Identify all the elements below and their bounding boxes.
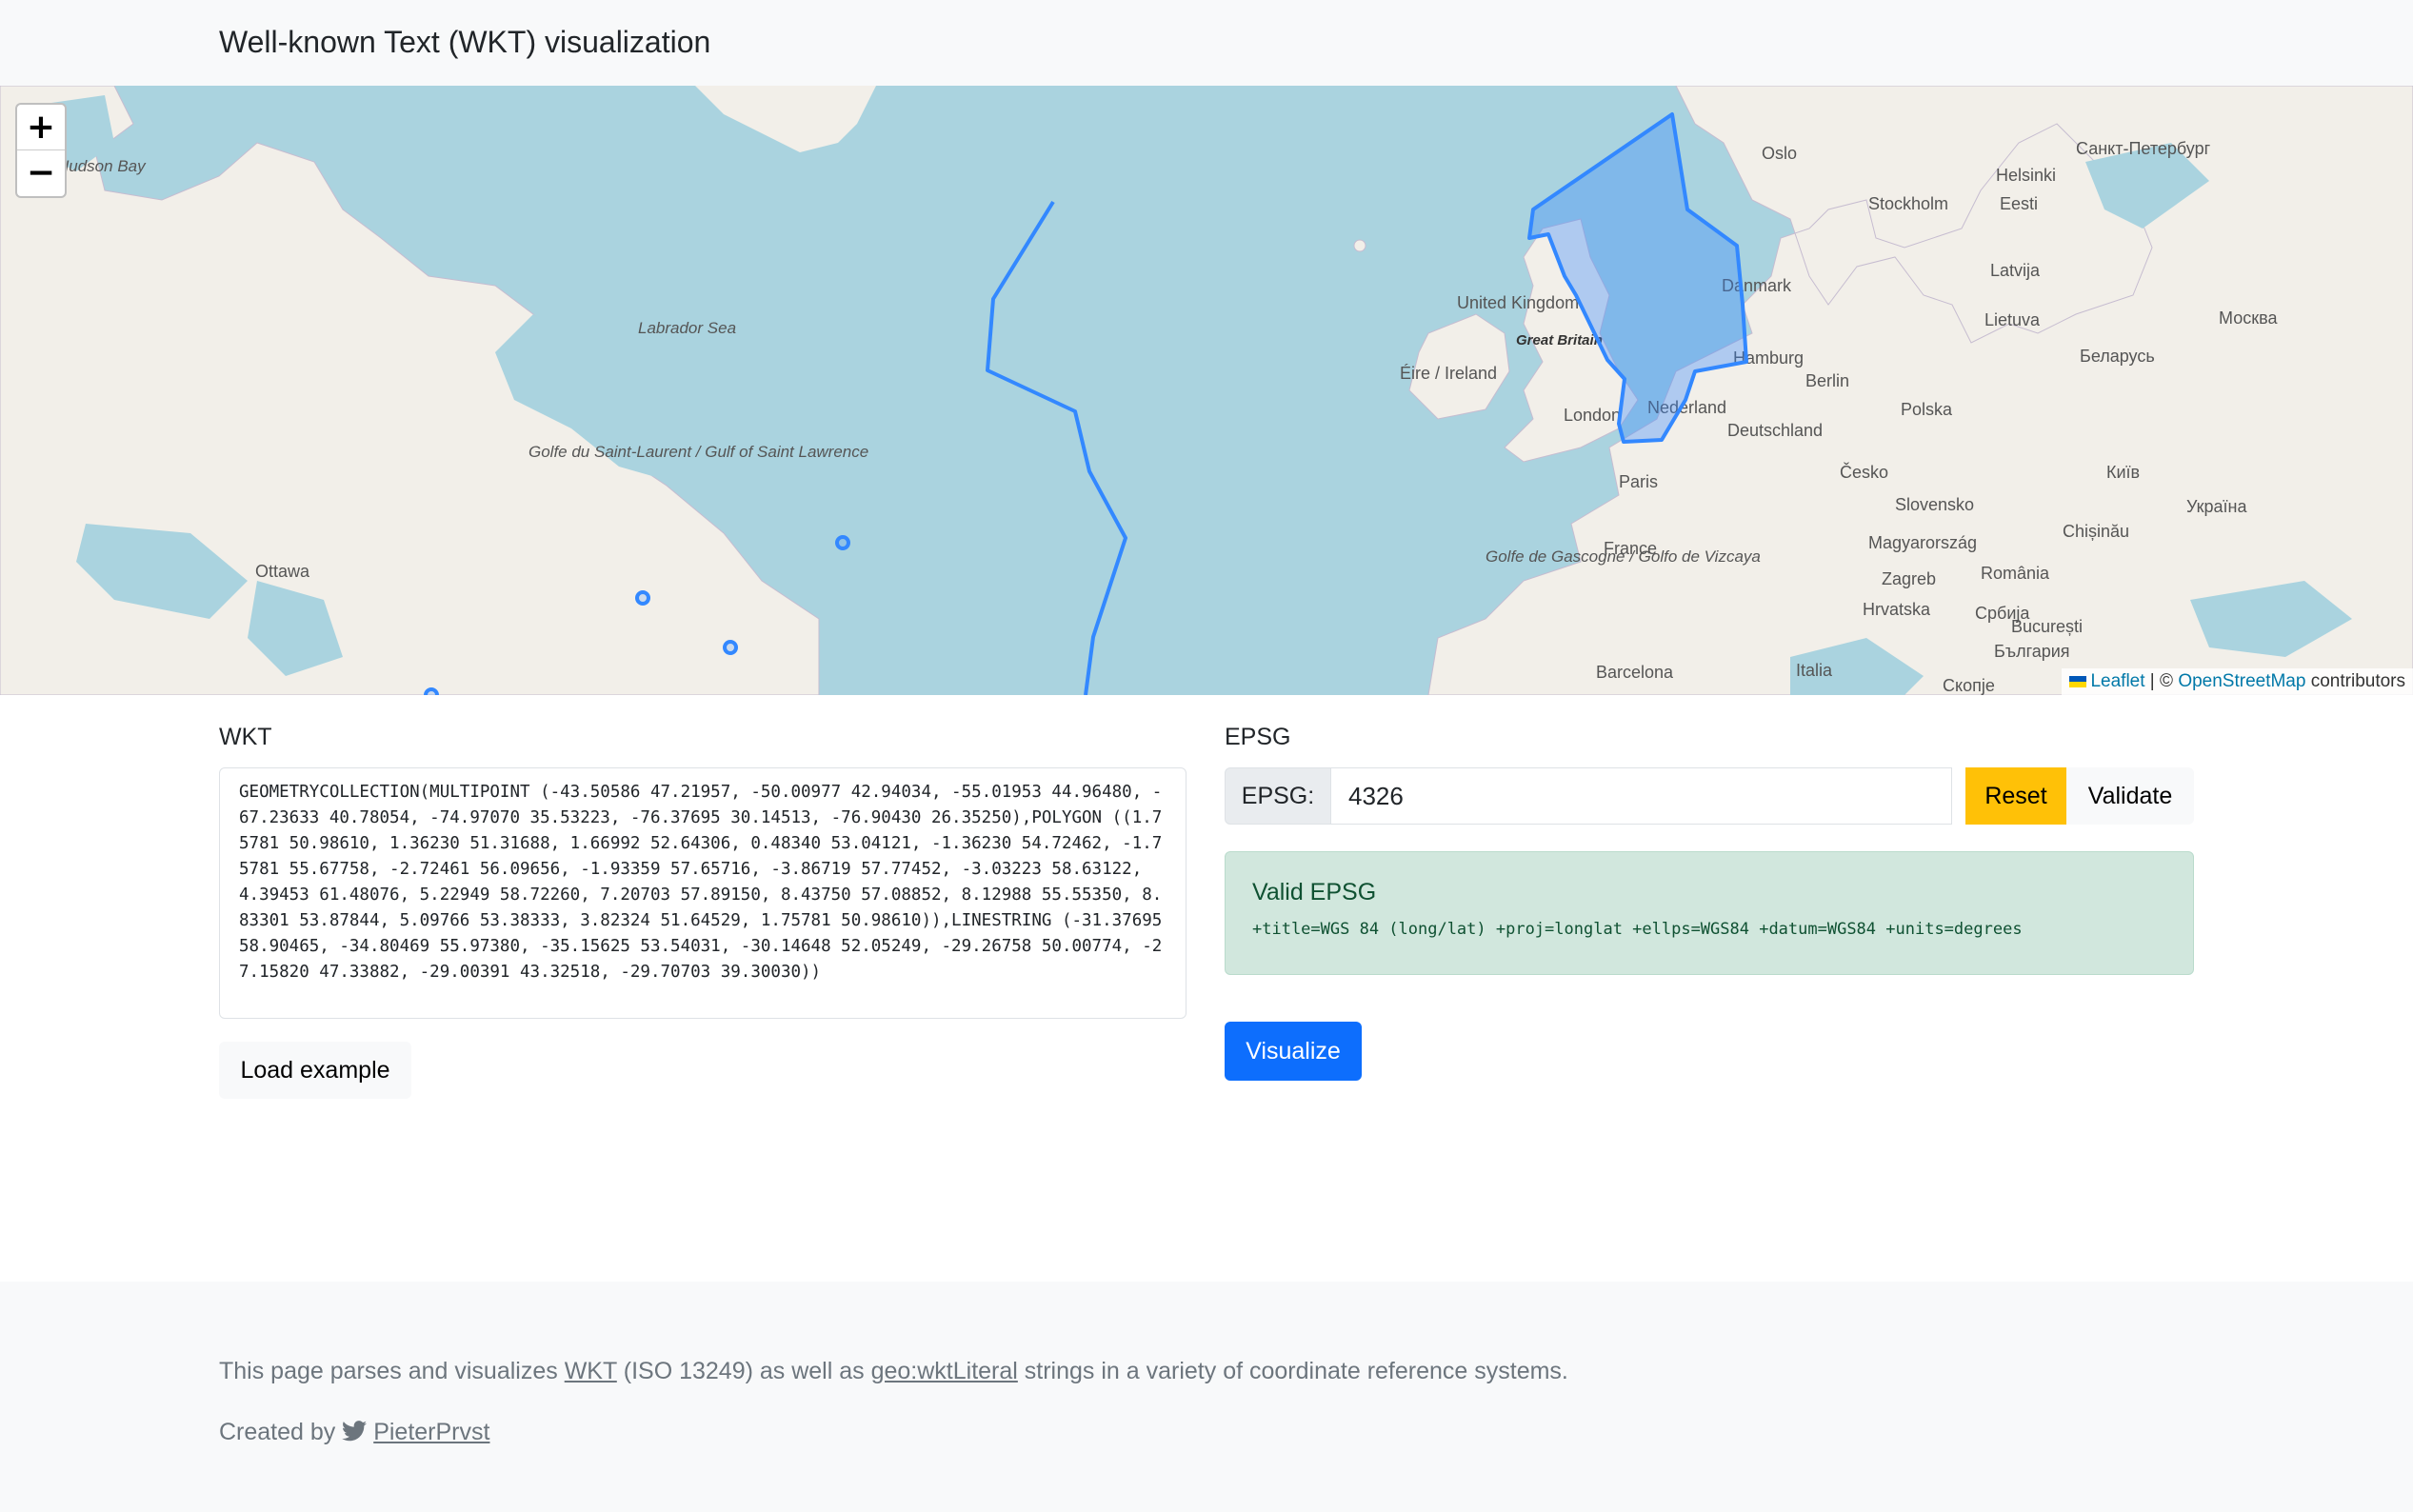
wkt-linestring: [986, 200, 1127, 695]
epsg-label: EPSG: [1225, 724, 1291, 750]
zoom-out-button[interactable]: −: [17, 149, 65, 195]
map-label-uk: United Kingdom: [1457, 293, 1579, 312]
map-tiles: Hudson Bay Labrador Sea Golfe du Saint-L…: [0, 86, 2413, 695]
load-example-button[interactable]: Load example: [219, 1042, 411, 1099]
zoom-in-button[interactable]: +: [17, 105, 65, 149]
map-label-deutschland: Deutschland: [1727, 421, 1823, 440]
attribution-contributors: contributors: [2305, 671, 2405, 691]
wkt-point: [835, 535, 850, 550]
footer-credit: Created by PieterPrvst: [219, 1419, 489, 1446]
map-label-spb: Санкт-Петербург: [2076, 139, 2211, 158]
reset-button[interactable]: Reset: [1965, 767, 2066, 825]
map-label-ukraina: Україна: [2186, 497, 2247, 516]
validate-button[interactable]: Validate: [2066, 767, 2194, 825]
map-label-ottawa: Ottawa: [255, 562, 310, 581]
map-label-romania: România: [1981, 564, 2050, 583]
footer: This page parses and visualizes WKT (ISO…: [0, 1282, 2413, 1512]
epsg-status-alert: Valid EPSG +title=WGS 84 (long/lat) +pro…: [1225, 851, 2194, 975]
map-label-hudson: Hudson Bay: [57, 157, 147, 175]
footer-text-prefix: This page parses and visualizes: [219, 1358, 565, 1384]
map-label-gb: Great Britain: [1516, 332, 1603, 348]
author-link[interactable]: PieterPrvst: [373, 1419, 489, 1445]
twitter-icon: [342, 1421, 368, 1442]
map-label-zagreb: Zagreb: [1882, 569, 1936, 588]
map-label-helsinki: Helsinki: [1996, 166, 2056, 185]
map-label-slovensko: Slovensko: [1895, 495, 1974, 514]
map-label-bucuresti: București: [2011, 617, 2083, 636]
map-label-latvija: Latvija: [1990, 261, 2041, 280]
attribution-separator: | ©: [2144, 671, 2179, 691]
wkt-link[interactable]: WKT: [565, 1358, 617, 1384]
map-label-cesko: Česko: [1840, 462, 1888, 482]
map-label-berlin: Berlin: [1805, 371, 1849, 390]
wkt-label: WKT: [219, 724, 272, 750]
wkt-point: [723, 640, 738, 655]
wkt-textarea[interactable]: GEOMETRYCOLLECTION(MULTIPOINT (-43.50586…: [219, 767, 1187, 1019]
epsg-input[interactable]: 4326: [1331, 767, 1952, 825]
footer-text-suffix: strings in a variety of coordinate refer…: [1017, 1358, 1568, 1384]
top-navbar: Well-known Text (WKT) visualization: [0, 0, 2413, 86]
wkt-point: [635, 590, 650, 606]
map-label-italia: Italia: [1796, 661, 1833, 680]
proj-string: +title=WGS 84 (long/lat) +proj=longlat +…: [1252, 920, 2023, 939]
map-label-polska: Polska: [1901, 400, 1953, 419]
epsg-prefix: EPSG:: [1225, 767, 1331, 825]
footer-description: This page parses and visualizes WKT (ISO…: [219, 1358, 1568, 1385]
map-label-magyarorszag: Magyarország: [1868, 533, 1977, 552]
map-label-belarus: Беларусь: [2080, 347, 2155, 366]
geo-wktliteral-link[interactable]: geo:wktLiteral: [871, 1358, 1018, 1384]
map-label-london: London: [1564, 406, 1621, 425]
map-label-ireland: Éire / Ireland: [1400, 364, 1497, 383]
map-label-moskva: Москва: [2219, 308, 2278, 328]
map-label-france: France: [1604, 539, 1657, 558]
map-label-oslo: Oslo: [1762, 144, 1797, 163]
map-label-stockholm: Stockholm: [1868, 194, 1948, 213]
map-attribution: Leaflet | © OpenStreetMap contributors: [2062, 668, 2413, 695]
map-label-hrvatska: Hrvatska: [1863, 600, 1931, 619]
map-label-labrador: Labrador Sea: [638, 319, 736, 337]
footer-text-mid: (ISO 13249) as well as: [616, 1358, 871, 1384]
map-label-lietuva: Lietuva: [1984, 310, 2041, 329]
wkt-point: [424, 687, 439, 695]
page-title: Well-known Text (WKT) visualization: [219, 25, 711, 59]
map-label-skopje: Скопје: [1943, 676, 1995, 695]
north-america-land: [0, 86, 820, 695]
map-label-barcelona: Barcelona: [1596, 663, 1674, 682]
zoom-control: + −: [15, 103, 67, 198]
map-label-golfe: Golfe du Saint-Laurent / Gulf of Saint L…: [528, 443, 868, 461]
leaflet-link[interactable]: Leaflet: [2090, 671, 2144, 691]
map-view[interactable]: Hudson Bay Labrador Sea Golfe du Saint-L…: [0, 86, 2413, 695]
created-by-text: Created by: [219, 1419, 343, 1445]
visualize-button[interactable]: Visualize: [1225, 1022, 1362, 1081]
map-label-kyiv: Київ: [2106, 463, 2140, 482]
map-label-paris: Paris: [1619, 472, 1658, 491]
epsg-status-title: Valid EPSG: [1252, 879, 1377, 905]
map-label-eesti: Eesti: [2000, 194, 2038, 213]
map-label-bulgaria: България: [1994, 642, 2070, 661]
ukraine-flag-icon: [2069, 675, 2087, 687]
osm-link[interactable]: OpenStreetMap: [2178, 671, 2305, 691]
map-label-chisinau: Chișinău: [2063, 522, 2129, 541]
